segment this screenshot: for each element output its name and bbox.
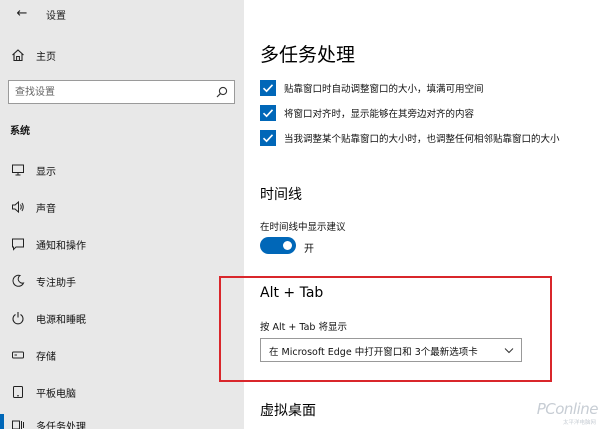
watermark: PConline 太平洋电脑网: [528, 400, 599, 426]
search-box[interactable]: [8, 80, 235, 104]
checkbox-label: 贴靠窗口时自动调整窗口的大小，填满可用空间: [284, 84, 484, 95]
highlight-annotation: [219, 276, 552, 382]
sidebar-item-label: 存储: [36, 352, 56, 363]
multitask-icon: [12, 420, 24, 429]
home-icon: [12, 49, 24, 62]
watermark-subtext: 太平洋电脑网: [562, 420, 596, 426]
sidebar-item-multitasking[interactable]: 多任务处理: [0, 414, 244, 429]
sidebar-item-label: 声音: [36, 204, 56, 215]
app-title: 设置: [46, 11, 66, 22]
page-title: 多任务处理: [260, 44, 356, 66]
snap-option-row[interactable]: 将窗口对齐时，显示能够在其旁边对齐的内容: [260, 105, 600, 123]
monitor-icon: [12, 164, 24, 176]
sidebar-item-label: 专注助手: [36, 278, 76, 289]
check-icon: [262, 134, 274, 143]
sidebar-item-label: 主页: [36, 52, 56, 63]
sidebar-item-label: 电源和睡眠: [36, 315, 86, 326]
tablet-icon: [13, 386, 23, 398]
toggle-knob: [283, 241, 292, 250]
power-icon: [12, 312, 24, 325]
sidebar-item-home[interactable]: 主页: [0, 44, 244, 66]
check-icon: [262, 84, 274, 93]
checkbox[interactable]: [260, 80, 276, 96]
section-header: 系统: [10, 126, 30, 137]
sidebar-item-label: 通知和操作: [36, 241, 86, 252]
virtual-desktops-heading: 虚拟桌面: [260, 403, 316, 419]
checkbox-label: 将窗口对齐时，显示能够在其旁边对齐的内容: [284, 109, 475, 120]
speaker-icon: [12, 200, 24, 214]
timeline-suggestion-label: 在时间线中显示建议: [260, 222, 346, 233]
search-input[interactable]: [9, 81, 209, 103]
timeline-heading: 时间线: [260, 187, 302, 203]
storage-icon: [12, 351, 24, 359]
sidebar-item-label: 显示: [36, 167, 56, 178]
selection-indicator: [0, 414, 4, 429]
sidebar-item-power-sleep[interactable]: 电源和睡眠: [0, 307, 244, 329]
back-button[interactable]: ←: [12, 5, 32, 23]
snap-option-row[interactable]: 当我调整某个贴靠窗口的大小时，也调整任何相邻贴靠窗口的大小: [260, 130, 600, 148]
sidebar: ← 设置 主页 系统 显示 声音: [0, 0, 244, 429]
sidebar-item-notifications[interactable]: 通知和操作: [0, 233, 244, 255]
timeline-suggestion-toggle[interactable]: [260, 237, 296, 254]
sidebar-item-display[interactable]: 显示: [0, 159, 244, 181]
sidebar-item-label: 多任务处理: [36, 422, 86, 429]
checkbox-label: 当我调整某个贴靠窗口的大小时，也调整任何相邻贴靠窗口的大小: [284, 134, 560, 145]
checkbox[interactable]: [260, 130, 276, 146]
title-bar: ← 设置: [0, 0, 244, 28]
sidebar-item-focus-assist[interactable]: 专注助手: [0, 270, 244, 292]
checkbox[interactable]: [260, 105, 276, 121]
toggle-state-label: 开: [304, 244, 314, 255]
snap-option-row[interactable]: 贴靠窗口时自动调整窗口的大小，填满可用空间: [260, 80, 600, 98]
check-icon: [262, 109, 274, 118]
sidebar-item-storage[interactable]: 存储: [0, 344, 244, 366]
notification-icon: [12, 238, 24, 251]
watermark-text: PConline: [536, 400, 599, 418]
sidebar-item-sound[interactable]: 声音: [0, 196, 244, 218]
sidebar-item-label: 平板电脑: [36, 389, 76, 400]
sidebar-item-tablet[interactable]: 平板电脑: [0, 381, 244, 403]
moon-icon: [12, 274, 25, 287]
search-icon[interactable]: [216, 86, 228, 98]
